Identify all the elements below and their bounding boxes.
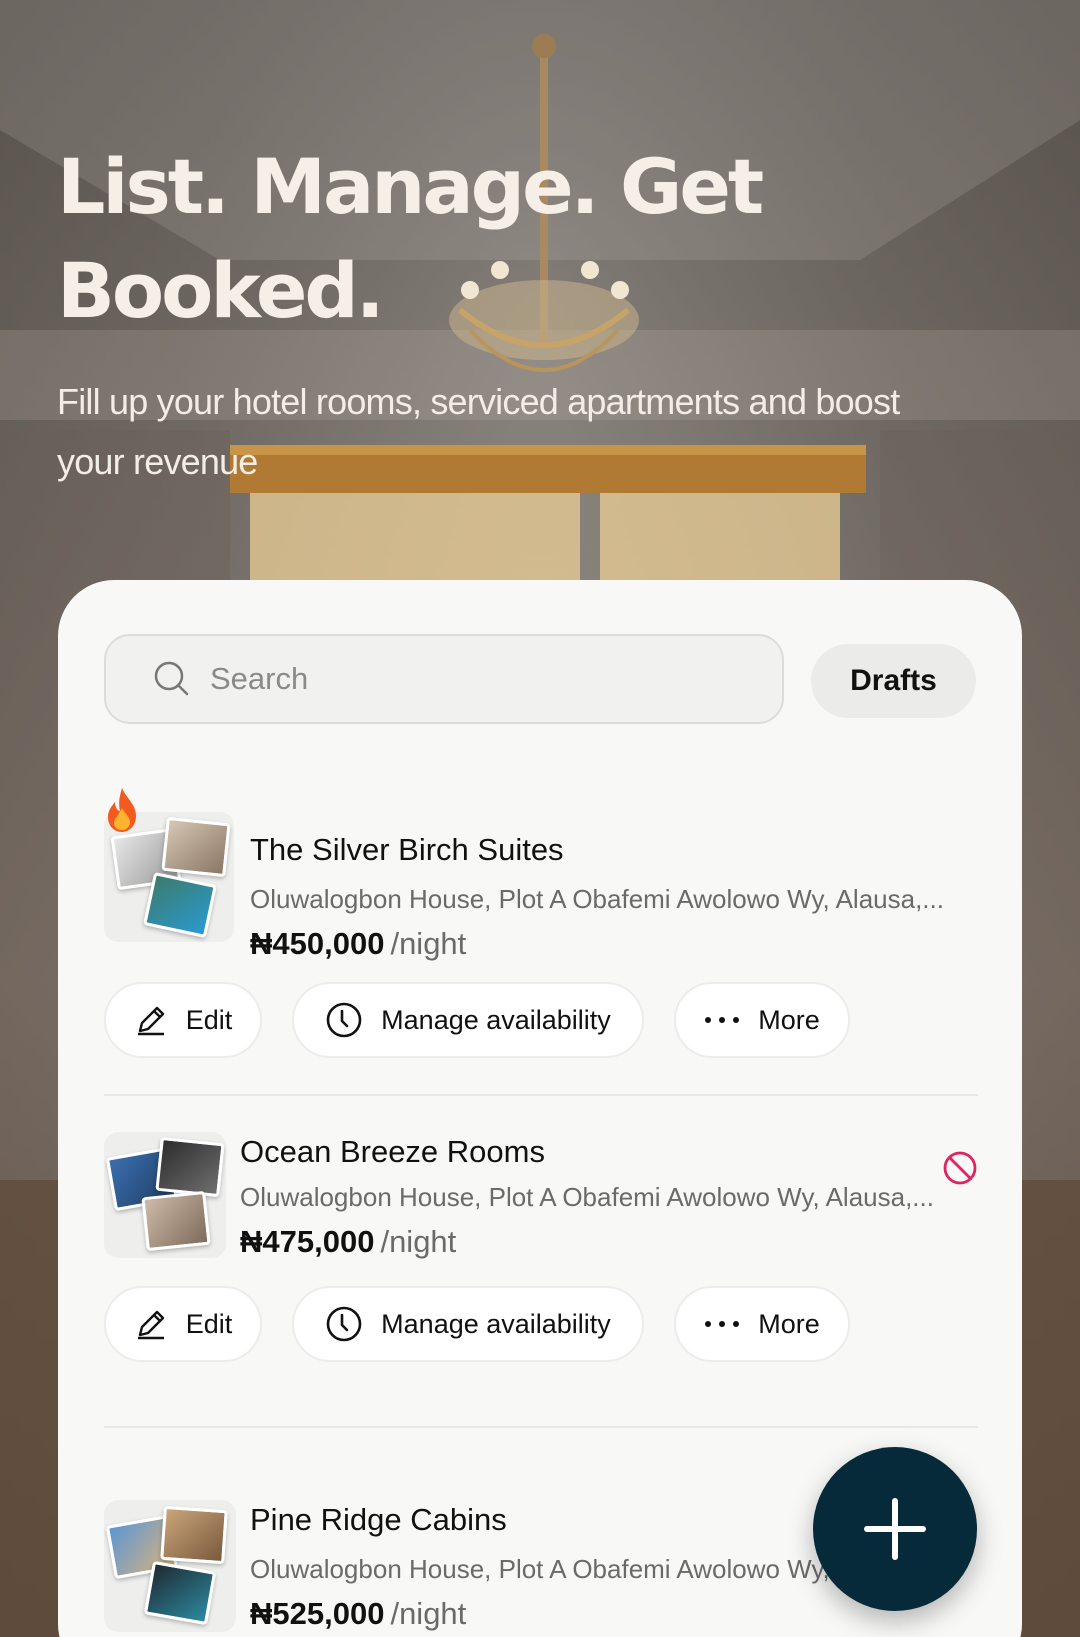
price-unit: /night [390,1596,467,1631]
more-button[interactable]: More [674,982,850,1058]
manage-availability-label: Manage availability [381,1004,611,1035]
listing-title: Pine Ridge Cabins [250,1502,507,1537]
edit-label: Edit [185,1004,233,1035]
more-label: More [758,1004,820,1035]
hero-subtitle: Fill up your hotel rooms, serviced apart… [57,381,900,482]
more-label: More [758,1308,820,1339]
listing-actions: Edit Manage availability More [104,982,978,1058]
price-amount: ₦475,000 [240,1224,375,1259]
listing-address: Oluwalogbon House, Plot A Obafemi Awolow… [250,884,944,914]
ban-icon[interactable] [942,1150,978,1186]
search-icon [154,661,189,696]
hero-title: List. Manage. Get Booked. [57,142,764,335]
price-amount: ₦450,000 [250,926,385,961]
listing-thumbnail [104,788,234,942]
edit-label: Edit [185,1308,233,1339]
divider [104,1094,978,1096]
edit-button[interactable]: Edit [104,982,262,1058]
search-bar[interactable] [104,634,784,724]
listing-thumbnail [104,1132,226,1258]
search-input[interactable] [210,661,730,697]
manage-availability-button[interactable]: Manage availability [292,982,644,1058]
pencil-icon [137,1006,164,1036]
listing-price: ₦475,000/night [240,1224,456,1260]
add-listing-button[interactable] [813,1447,977,1611]
listing-title: The Silver Birch Suites [250,832,564,867]
ellipsis-icon [705,1017,740,1023]
listing-title: Ocean Breeze Rooms [240,1134,545,1169]
price-amount: ₦525,000 [250,1596,385,1631]
clock-icon [326,1002,362,1038]
price-unit: /night [380,1224,457,1259]
pencil-icon [137,1310,164,1340]
manage-availability-button[interactable]: Manage availability [292,1286,644,1362]
listing-price: ₦525,000/night [250,1596,466,1632]
listing-item[interactable]: Ocean Breeze Rooms Oluwalogbon House, Pl… [104,1132,978,1392]
fire-icon [108,788,136,832]
listing-item[interactable]: The Silver Birch Suites Oluwalogbon Hous… [104,788,978,1072]
price-unit: /night [390,926,467,961]
listing-thumbnail [104,1500,236,1632]
more-button[interactable]: More [674,1286,850,1362]
plus-icon [864,1498,926,1560]
listing-actions: Edit Manage availability More [104,1286,978,1362]
listing-price: ₦450,000/night [250,926,466,962]
manage-availability-label: Manage availability [381,1308,611,1339]
edit-button[interactable]: Edit [104,1286,262,1362]
drafts-button[interactable]: Drafts [811,644,976,718]
listing-address: Oluwalogbon House, Plot A Obafemi Awolow… [240,1182,934,1212]
clock-icon [326,1306,362,1342]
divider [104,1426,978,1428]
ellipsis-icon [705,1321,740,1327]
